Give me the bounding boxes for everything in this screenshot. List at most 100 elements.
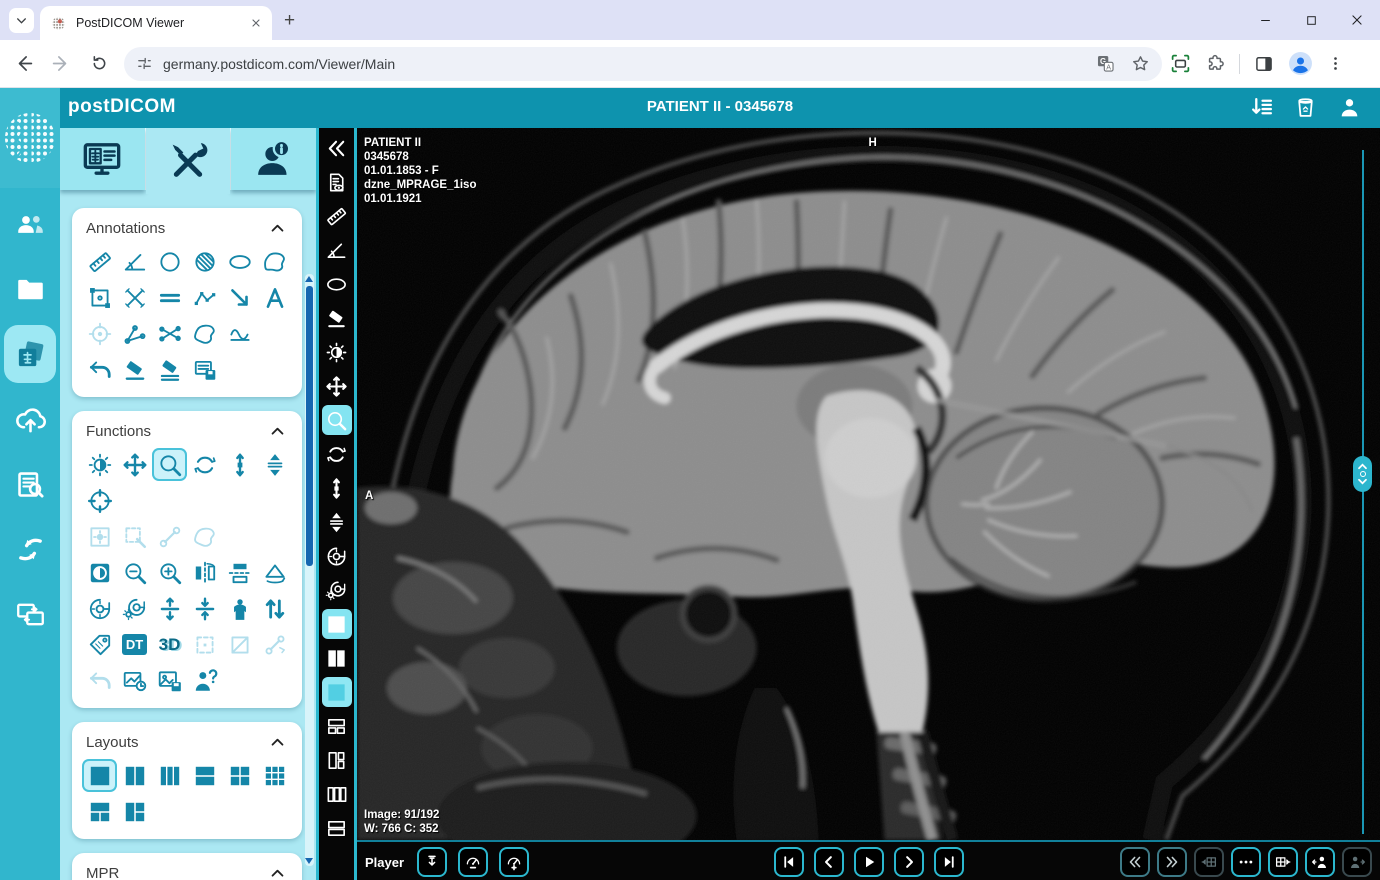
next-series-button[interactable]: [1157, 847, 1187, 877]
invert-icon[interactable]: [82, 556, 117, 589]
order-worklist-icon[interactable]: [15, 469, 46, 500]
image-scrollbar-thumb[interactable]: [1353, 456, 1372, 492]
profile-avatar[interactable]: [1288, 51, 1313, 76]
next-display-set-button[interactable]: [1268, 847, 1298, 877]
box-select-icon[interactable]: [187, 628, 222, 661]
tab-search-button[interactable]: [9, 8, 34, 33]
closed-freehand-icon[interactable]: [187, 317, 222, 350]
ellipse-icon[interactable]: [222, 245, 257, 278]
rotate-icon[interactable]: [322, 439, 352, 469]
window-level-icon[interactable]: [82, 448, 117, 481]
layout-1x3-icon[interactable]: [152, 759, 187, 792]
dicom-tags-icon[interactable]: DT: [117, 628, 152, 661]
patient-query-icon[interactable]: [187, 664, 222, 697]
freehand-icon[interactable]: [257, 245, 292, 278]
close-window-button[interactable]: [1334, 0, 1380, 40]
panel-patient-info-tab[interactable]: [231, 128, 316, 190]
undo-icon[interactable]: [82, 353, 117, 386]
stack-scroll-icon[interactable]: [322, 507, 352, 537]
layout-1-2-outline-icon[interactable]: [322, 711, 352, 741]
angle-icon[interactable]: [322, 235, 352, 265]
layout-left-2-icon[interactable]: [117, 795, 152, 828]
sidebar-item-image-viewer[interactable]: [4, 325, 56, 383]
zoom-out-icon[interactable]: [117, 556, 152, 589]
folder-list-icon[interactable]: [15, 274, 46, 305]
parallel-lines-icon[interactable]: [152, 281, 187, 314]
sidebar-item-cloud-upload[interactable]: [4, 390, 56, 448]
cloud-upload-icon[interactable]: [15, 404, 46, 435]
series-layout-1x1-icon[interactable]: [322, 677, 352, 707]
pan-icon[interactable]: [322, 371, 352, 401]
next-patient-button[interactable]: [1342, 847, 1372, 877]
layout-1x3-outline-icon[interactable]: [322, 779, 352, 809]
zoom-region-icon[interactable]: [117, 520, 152, 553]
three-d-icon[interactable]: 3D: [152, 628, 187, 661]
image-scrollbar-track[interactable]: [1362, 150, 1364, 834]
layout-3x3-icon[interactable]: [257, 759, 292, 792]
maximize-button[interactable]: [1288, 0, 1334, 40]
layout-2x1-outline-icon[interactable]: [322, 813, 352, 843]
probe-icon[interactable]: [152, 520, 187, 553]
cine-download-button[interactable]: [417, 847, 447, 877]
image-viewport[interactable]: PATIENT II 0345678 01.01.1853 - F dzne_M…: [357, 128, 1380, 840]
angle-icon[interactable]: [117, 245, 152, 278]
tag-icon[interactable]: [82, 628, 117, 661]
play-button[interactable]: [854, 847, 884, 877]
flip-vertical-icon[interactable]: [222, 556, 257, 589]
panel-scrollbar-thumb[interactable]: [306, 286, 313, 566]
window-level-icon[interactable]: [322, 337, 352, 367]
sharing-icon[interactable]: [15, 534, 46, 565]
stack-scroll-icon[interactable]: [257, 448, 292, 481]
download-sort-icon[interactable]: [1249, 95, 1274, 120]
panel-tools-tab[interactable]: [146, 128, 231, 194]
layout-2x2-icon[interactable]: [222, 759, 257, 792]
speed-increase-button[interactable]: [499, 847, 529, 877]
more-options-button[interactable]: [1231, 847, 1261, 877]
patient-list-icon[interactable]: [15, 209, 46, 240]
window-level-region-icon[interactable]: [82, 520, 117, 553]
panel-viewer-settings-tab[interactable]: [60, 128, 145, 190]
next-image-button[interactable]: [894, 847, 924, 877]
ruler-icon[interactable]: [322, 201, 352, 231]
collapse-vertical-icon[interactable]: [187, 592, 222, 625]
eraser-all-icon[interactable]: [152, 353, 187, 386]
reset-window-level-icon[interactable]: [117, 592, 152, 625]
browser-tab[interactable]: PostDICOM Viewer: [40, 6, 272, 40]
undo-function-icon[interactable]: [82, 664, 117, 697]
first-image-button[interactable]: [774, 847, 804, 877]
rect-roi-icon[interactable]: [82, 281, 117, 314]
image-layout-1x1-icon[interactable]: [322, 609, 352, 639]
remote-sessions-icon[interactable]: [15, 599, 46, 630]
collapse-chevron-icon[interactable]: [269, 220, 286, 237]
point-marker-icon[interactable]: [82, 317, 117, 350]
cross-measure-icon[interactable]: [117, 281, 152, 314]
collapse-chevron-icon[interactable]: [269, 734, 286, 751]
zoom-icon[interactable]: [322, 405, 352, 435]
sidebar-item-folder-list[interactable]: [4, 260, 56, 318]
forward-button[interactable]: [46, 49, 76, 79]
patient-info-tab-icon[interactable]: [254, 139, 294, 179]
ellipse-icon[interactable]: [322, 269, 352, 299]
arrow-icon[interactable]: [222, 281, 257, 314]
sidebar-item-sharing[interactable]: [4, 520, 56, 578]
collapse-chevron-icon[interactable]: [269, 865, 286, 880]
tab-close-icon[interactable]: [250, 17, 262, 29]
angle-3point-icon[interactable]: [117, 317, 152, 350]
layout-1x2-icon[interactable]: [117, 759, 152, 792]
layout-1-2-icon[interactable]: [82, 795, 117, 828]
zoom-in-icon[interactable]: [152, 556, 187, 589]
speed-decrease-button[interactable]: [458, 847, 488, 877]
scroll-vertical-icon[interactable]: [222, 448, 257, 481]
spline-wave-icon[interactable]: [222, 317, 257, 350]
image-save-icon[interactable]: [152, 664, 187, 697]
reset-icon[interactable]: [82, 592, 117, 625]
extensions-icon[interactable]: [1205, 54, 1225, 74]
sort-images-icon[interactable]: [257, 592, 292, 625]
scroll-up-arrow-icon[interactable]: [305, 276, 313, 282]
image-viewer-icon[interactable]: [15, 339, 46, 370]
minimize-button[interactable]: [1242, 0, 1288, 40]
polyline-icon[interactable]: [187, 281, 222, 314]
site-settings-icon[interactable]: [136, 55, 153, 72]
sidebar-item-remote-sessions[interactable]: [4, 585, 56, 643]
url-bar[interactable]: germany.postdicom.com/Viewer/Main GA: [124, 47, 1162, 81]
